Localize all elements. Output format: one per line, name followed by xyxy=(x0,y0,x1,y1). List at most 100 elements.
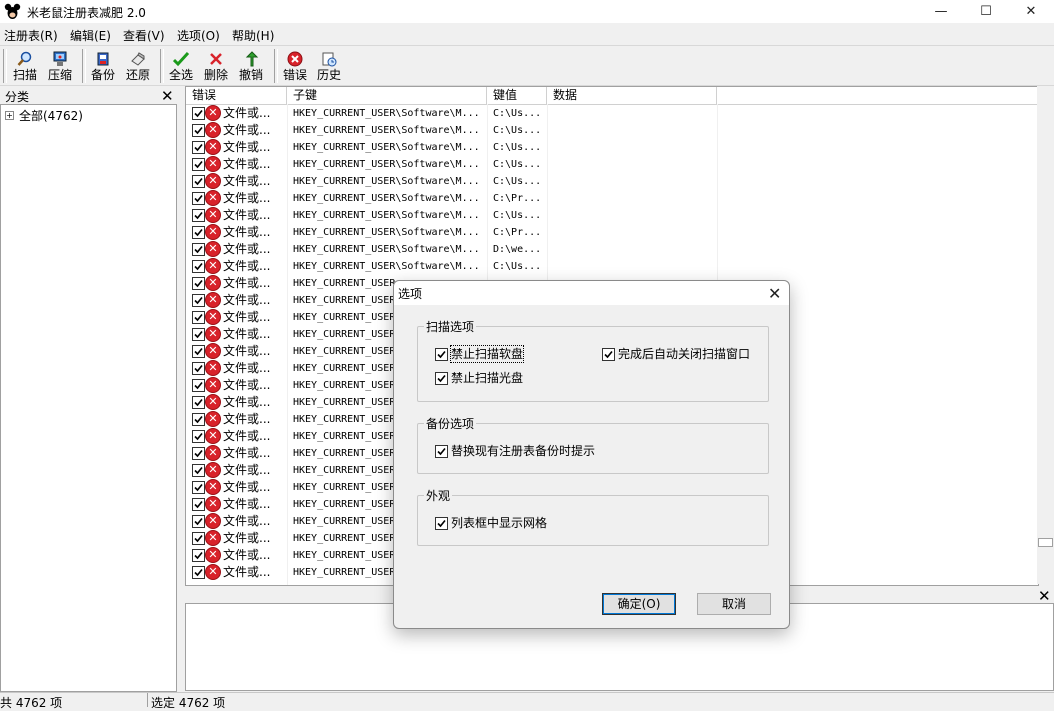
cell-error: 文件或... xyxy=(223,140,271,154)
error-x-icon: ✕ xyxy=(205,428,221,444)
row-checkbox[interactable] xyxy=(192,532,205,545)
history-icon xyxy=(320,51,338,67)
error-x-icon: ✕ xyxy=(205,309,221,325)
scan-options-label: 扫描选项 xyxy=(424,318,477,335)
row-checkbox[interactable] xyxy=(192,243,205,256)
row-checkbox[interactable] xyxy=(192,345,205,358)
row-checkbox[interactable] xyxy=(192,328,205,341)
row-checkbox[interactable] xyxy=(192,464,205,477)
minimize-button[interactable]: — xyxy=(918,0,964,23)
menu-help[interactable]: 帮助(H) xyxy=(232,27,274,44)
table-row[interactable]: ✕ 文件或... HKEY_CURRENT_USER\Software\M... C:… xyxy=(186,190,1038,207)
row-checkbox[interactable] xyxy=(192,192,205,205)
row-checkbox[interactable] xyxy=(192,226,205,239)
row-checkbox[interactable] xyxy=(192,294,205,307)
cell-error: 文件或... xyxy=(223,548,271,562)
maximize-button[interactable]: ☐ xyxy=(963,0,1009,23)
vertical-scrollbar[interactable] xyxy=(1037,86,1054,584)
row-checkbox[interactable] xyxy=(192,175,205,188)
row-checkbox[interactable] xyxy=(192,515,205,528)
cell-error: 文件或... xyxy=(223,463,271,477)
backup-button[interactable]: 备份 xyxy=(86,49,120,83)
cell-error: 文件或... xyxy=(223,531,271,545)
window-title: 米老鼠注册表减肥 2.0 xyxy=(27,6,146,20)
row-checkbox[interactable] xyxy=(192,566,205,579)
column-header-data[interactable]: 数据 xyxy=(547,87,717,104)
row-checkbox[interactable] xyxy=(192,481,205,494)
error-x-icon: ✕ xyxy=(205,105,221,121)
row-checkbox[interactable] xyxy=(192,158,205,171)
table-row[interactable]: ✕ 文件或... HKEY_CURRENT_USER\Software\M... C:… xyxy=(186,139,1038,156)
error-x-icon: ✕ xyxy=(205,173,221,189)
cell-subkey: HKEY_CURRENT_USER\Software\M... xyxy=(293,108,480,119)
history-button[interactable]: 历史 xyxy=(312,49,346,83)
undo-label: 撤销 xyxy=(238,68,263,82)
ok-button[interactable]: 确定(O) xyxy=(602,593,676,615)
restore-icon xyxy=(129,51,147,67)
row-checkbox[interactable] xyxy=(192,124,205,137)
tree-node-all[interactable]: 全部(4762) xyxy=(19,107,83,124)
cell-error: 文件或... xyxy=(223,123,271,137)
table-row[interactable]: ✕ 文件或... HKEY_CURRENT_USER\Software\M... C:… xyxy=(186,156,1038,173)
compress-button[interactable]: 压缩 xyxy=(43,49,77,83)
auto-close-label: 完成后自动关闭扫描窗口 xyxy=(618,347,751,361)
row-checkbox[interactable] xyxy=(192,413,205,426)
show-grid-label: 列表框中显示网格 xyxy=(451,516,548,530)
backup-options-label: 备份选项 xyxy=(424,415,477,432)
undo-arrow-icon xyxy=(242,51,260,67)
row-checkbox[interactable] xyxy=(192,447,205,460)
menu-options[interactable]: 选项(O) xyxy=(177,27,220,44)
error-x-icon: ✕ xyxy=(205,190,221,206)
no-floppy-label: 禁止扫描软盘 xyxy=(449,345,525,363)
scrollbar-thumb[interactable] xyxy=(1038,538,1053,547)
cell-value: C:\Us... xyxy=(493,159,542,170)
select-all-button[interactable]: 全选 xyxy=(164,49,198,83)
errors-button[interactable]: 错误 xyxy=(278,49,312,83)
row-checkbox[interactable] xyxy=(192,107,205,120)
restore-button[interactable]: 还原 xyxy=(121,49,155,83)
table-row[interactable]: ✕ 文件或... HKEY_CURRENT_USER\Software\M... C:… xyxy=(186,258,1038,275)
row-checkbox[interactable] xyxy=(192,549,205,562)
row-checkbox[interactable] xyxy=(192,362,205,375)
undo-button[interactable]: 撤销 xyxy=(234,49,268,83)
cancel-button[interactable]: 取消 xyxy=(697,593,771,615)
column-header-subkey[interactable]: 子键 xyxy=(287,87,487,104)
delete-button[interactable]: 删除 xyxy=(199,49,233,83)
table-row[interactable]: ✕ 文件或... HKEY_CURRENT_USER\Software\M... C:… xyxy=(186,122,1038,139)
cell-subkey: HKEY_CURRENT_USER\Software\M... xyxy=(293,193,480,204)
menu-edit[interactable]: 编辑(E) xyxy=(70,27,111,44)
row-checkbox[interactable] xyxy=(192,379,205,392)
menu-view[interactable]: 查看(V) xyxy=(123,27,165,44)
cell-error: 文件或... xyxy=(223,497,271,511)
row-checkbox[interactable] xyxy=(192,498,205,511)
scan-button[interactable]: 扫描 xyxy=(8,49,42,83)
table-row[interactable]: ✕ 文件或... HKEY_CURRENT_USER\Software\M... C:… xyxy=(186,173,1038,190)
row-checkbox[interactable] xyxy=(192,311,205,324)
column-header-value[interactable]: 键值 xyxy=(487,87,547,104)
dialog-close-icon[interactable]: ✕ xyxy=(768,284,781,303)
green-check-icon xyxy=(172,51,190,67)
table-row[interactable]: ✕ 文件或... HKEY_CURRENT_USER\Software\M... C:… xyxy=(186,224,1038,241)
cell-error: 文件或... xyxy=(223,344,271,358)
table-row[interactable]: ✕ 文件或... HKEY_CURRENT_USER\Software\M... C:… xyxy=(186,105,1038,122)
close-window-button[interactable]: ✕ xyxy=(1008,0,1054,23)
menu-registry[interactable]: 注册表(R) xyxy=(4,27,58,44)
row-checkbox[interactable] xyxy=(192,430,205,443)
row-checkbox[interactable] xyxy=(192,260,205,273)
error-x-icon: ✕ xyxy=(205,292,221,308)
table-row[interactable]: ✕ 文件或... HKEY_CURRENT_USER\Software\M... D:… xyxy=(186,241,1038,258)
column-header-error[interactable]: 错误 xyxy=(186,87,287,104)
row-checkbox[interactable] xyxy=(192,396,205,409)
table-row[interactable]: ✕ 文件或... HKEY_CURRENT_USER\Software\M... C:… xyxy=(186,207,1038,224)
row-checkbox[interactable] xyxy=(192,277,205,290)
error-x-icon: ✕ xyxy=(205,547,221,563)
tree-expander-plus-icon[interactable]: + xyxy=(5,111,14,120)
category-pane-close-icon[interactable]: ✕ xyxy=(161,87,174,105)
cell-error: 文件或... xyxy=(223,191,271,205)
app-mouse-icon xyxy=(4,3,21,20)
cell-error: 文件或... xyxy=(223,174,271,188)
cell-error: 文件或... xyxy=(223,412,271,426)
row-checkbox[interactable] xyxy=(192,141,205,154)
row-checkbox[interactable] xyxy=(192,209,205,222)
error-x-icon: ✕ xyxy=(205,156,221,172)
